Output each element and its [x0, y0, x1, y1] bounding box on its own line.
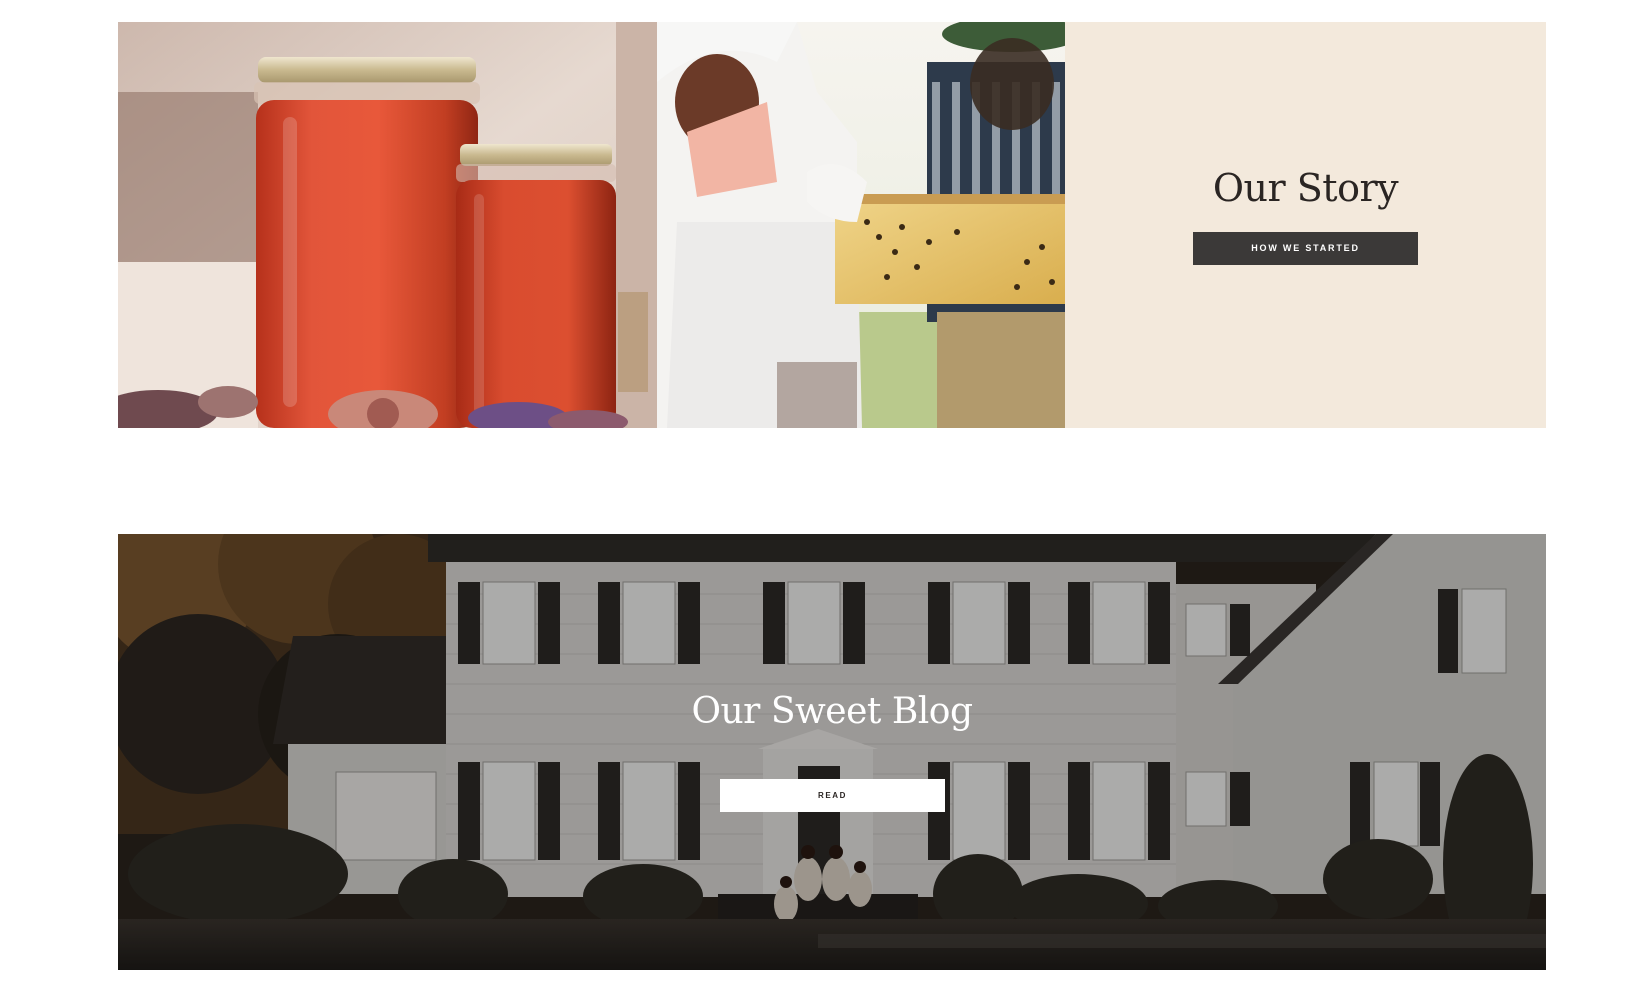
our-story-panel: Our Story HOW WE STARTED	[1065, 22, 1546, 428]
page: Our Story HOW WE STARTED Our Sweet Blog …	[0, 0, 1625, 996]
our-story-title: Our Story	[1212, 165, 1399, 210]
our-sweet-blog-title: Our Sweet Blog	[691, 691, 973, 732]
our-story-section: Our Story HOW WE STARTED	[118, 22, 1546, 428]
beekeepers-image	[657, 22, 1065, 428]
how-we-started-button[interactable]: HOW WE STARTED	[1193, 231, 1418, 265]
our-sweet-blog-section: Our Sweet Blog READ	[118, 534, 1546, 970]
blog-overlay: Our Sweet Blog READ	[118, 534, 1546, 970]
read-button[interactable]: READ	[720, 779, 945, 812]
honey-jars-image	[118, 22, 657, 428]
